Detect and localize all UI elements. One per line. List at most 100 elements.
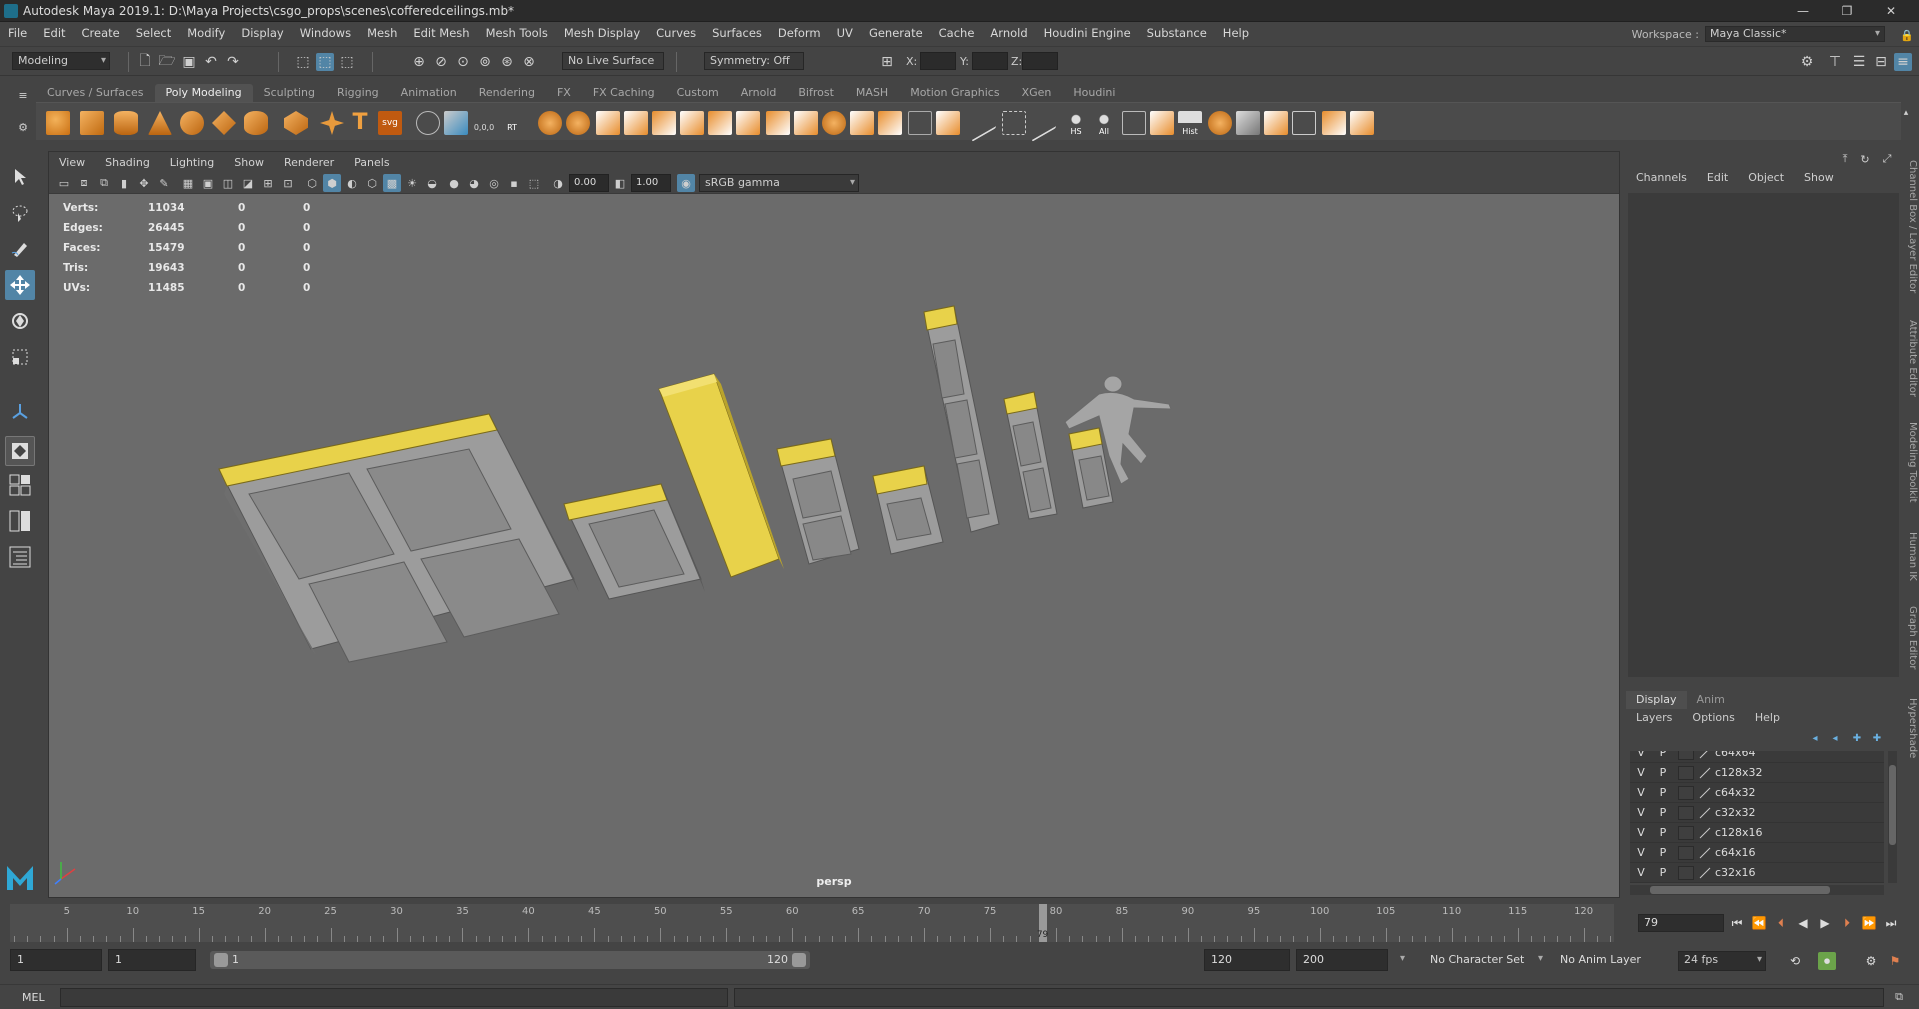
image-plane-icon[interactable]: ▮: [115, 174, 133, 192]
menu-houdini-engine[interactable]: Houdini Engine: [1036, 22, 1139, 44]
snap-grid-icon[interactable]: ⊕: [410, 53, 428, 71]
snap-pivot-icon[interactable]: ⊗: [520, 53, 538, 71]
sync-icon[interactable]: ↻: [1856, 150, 1874, 168]
textured-icon[interactable]: ▩: [383, 174, 401, 192]
viewport-3d[interactable]: Verts: 11034 0 0 Edges: 26445 0 0 Faces: 15479 0…: [49, 194, 1619, 897]
expand-icon[interactable]: ⤢: [1878, 150, 1896, 168]
shelf-tab-motion-graphics[interactable]: Motion Graphics: [899, 84, 1010, 102]
layer-playback-toggle[interactable]: P: [1652, 806, 1674, 819]
current-frame-marker[interactable]: 79: [1037, 904, 1048, 942]
shelf-tab-rigging[interactable]: Rigging: [326, 84, 390, 102]
coffer-c32x16[interactable]: [872, 465, 944, 555]
wireframe-on-shaded-icon[interactable]: ⬡: [363, 174, 381, 192]
smooth-icon[interactable]: [596, 111, 620, 135]
layer-visibility-toggle[interactable]: V: [1630, 751, 1652, 759]
gamma-icon[interactable]: ◧: [611, 174, 629, 192]
step-back-key-icon[interactable]: ⏪: [1750, 914, 1768, 932]
sculpt-brush-icon[interactable]: [416, 111, 440, 135]
anim-layer-label[interactable]: No Anim Layer: [1560, 953, 1641, 966]
attribute-editor-icon[interactable]: ☰: [1850, 53, 1868, 71]
rotate-tool-icon[interactable]: [5, 306, 35, 336]
new-scene-icon[interactable]: 🗋: [136, 53, 154, 71]
coffer-c128x32[interactable]: [218, 413, 579, 663]
menu-edit[interactable]: Edit: [35, 22, 73, 44]
sidetab-human-ik[interactable]: Human IK: [1904, 532, 1918, 581]
tab-anim[interactable]: Anim: [1687, 691, 1735, 709]
end-frame-field[interactable]: 120: [1204, 949, 1290, 971]
range-start-field[interactable]: 1: [10, 949, 102, 971]
menu-modify[interactable]: Modify: [179, 22, 233, 44]
persp-outliner-layout-icon[interactable]: [5, 506, 35, 536]
layer-visibility-toggle[interactable]: V: [1630, 866, 1652, 879]
play-forwards-icon[interactable]: ▶: [1816, 914, 1834, 932]
column-c64x16[interactable]: [1003, 391, 1058, 520]
menu-cache[interactable]: Cache: [931, 22, 983, 44]
move-layer-up-icon[interactable]: ◂: [1806, 729, 1824, 747]
menuset-dropdown[interactable]: Modeling ▾: [12, 52, 110, 70]
poly-torus-icon[interactable]: [180, 111, 204, 135]
uv-editor-icon[interactable]: [972, 104, 996, 142]
tab-display[interactable]: Display: [1626, 691, 1687, 709]
viewport-menu-shading[interactable]: Shading: [95, 156, 160, 169]
ambient-occlusion-icon[interactable]: ●: [445, 174, 463, 192]
shelf-settings-icon[interactable]: ⚙: [14, 118, 32, 136]
grid-icon[interactable]: ▦: [179, 174, 197, 192]
camera-attributes-icon[interactable]: ⧈: [75, 174, 93, 192]
connect-icon[interactable]: [850, 111, 874, 135]
layer-row[interactable]: V Pc32x16: [1630, 863, 1884, 883]
separate-icon[interactable]: [566, 111, 590, 135]
range-slider-end-handle[interactable]: [792, 953, 806, 967]
shelf-tab-houdini[interactable]: Houdini: [1062, 84, 1126, 102]
default-material-icon[interactable]: ◐: [343, 174, 361, 192]
step-back-frame-icon[interactable]: ⏴: [1772, 914, 1790, 932]
menu-mesh-tools[interactable]: Mesh Tools: [478, 22, 556, 44]
viewport-menu-lighting[interactable]: Lighting: [160, 156, 224, 169]
select-hierarchy-icon[interactable]: ⬚: [294, 53, 312, 71]
snap-point-icon[interactable]: ⊙: [454, 53, 472, 71]
layer-color-swatch[interactable]: [1678, 865, 1694, 880]
shelf-tab-bifrost[interactable]: Bifrost: [787, 84, 845, 102]
layers-menu-options[interactable]: Options: [1682, 709, 1744, 727]
lasso-tool-icon[interactable]: [5, 198, 35, 228]
resolution-gate-icon[interactable]: ◫: [219, 174, 237, 192]
menu-mesh[interactable]: Mesh: [359, 22, 405, 44]
layer-playback-toggle[interactable]: P: [1652, 751, 1674, 759]
layer-visibility-toggle[interactable]: V: [1630, 786, 1652, 799]
layer-row[interactable]: V Pc32x32: [1630, 803, 1884, 823]
scatter-icon[interactable]: [1264, 111, 1288, 135]
fps-dropdown[interactable]: 24 fps ▾: [1678, 951, 1766, 971]
combine-icon[interactable]: [538, 111, 562, 135]
single-perspective-layout-icon[interactable]: [5, 436, 35, 466]
multi-cut-icon[interactable]: [794, 111, 818, 135]
mel-label[interactable]: MEL: [22, 991, 45, 1004]
shelf-menu-icon[interactable]: ≡: [14, 86, 32, 104]
menu-display[interactable]: Display: [233, 22, 291, 44]
sidetab-hypershade[interactable]: Hypershade: [1904, 698, 1918, 758]
viewport-menu-renderer[interactable]: Renderer: [274, 156, 344, 169]
play-backwards-icon[interactable]: ◀: [1794, 914, 1812, 932]
append-icon[interactable]: [936, 111, 960, 135]
restore-button[interactable]: ❐: [1825, 0, 1869, 22]
go-to-end-icon[interactable]: ⏭: [1882, 914, 1900, 932]
layer-playback-toggle[interactable]: P: [1652, 786, 1674, 799]
menu-curves[interactable]: Curves: [648, 22, 704, 44]
layer-hscrollbar-thumb[interactable]: [1650, 886, 1830, 894]
shelf-tab-arnold[interactable]: Arnold: [730, 84, 788, 102]
shelf-tab-custom[interactable]: Custom: [666, 84, 730, 102]
channelbox-menu-channels[interactable]: Channels: [1626, 171, 1697, 184]
auto-key-icon[interactable]: ⏺: [1818, 952, 1836, 970]
range-slider-start-handle[interactable]: [214, 953, 228, 967]
layer-visibility-toggle[interactable]: V: [1630, 806, 1652, 819]
layer-color-swatch[interactable]: [1678, 845, 1694, 860]
target-weld-icon[interactable]: [822, 111, 846, 135]
bookmark-icon[interactable]: ⧉: [95, 174, 113, 192]
layer-scrollbar[interactable]: [1888, 751, 1897, 883]
layer-color-swatch[interactable]: [1678, 751, 1694, 760]
shelf-tab-fx[interactable]: FX: [546, 84, 582, 102]
shelf-scroll-icon[interactable]: ▴: [1897, 104, 1915, 122]
layers-menu-help[interactable]: Help: [1745, 709, 1790, 727]
render-settings-icon[interactable]: ⚙: [1798, 53, 1816, 71]
symmetry-field[interactable]: Symmetry: Off: [704, 52, 804, 70]
layer-color-swatch[interactable]: [1678, 785, 1694, 800]
y-field[interactable]: [972, 52, 1008, 70]
